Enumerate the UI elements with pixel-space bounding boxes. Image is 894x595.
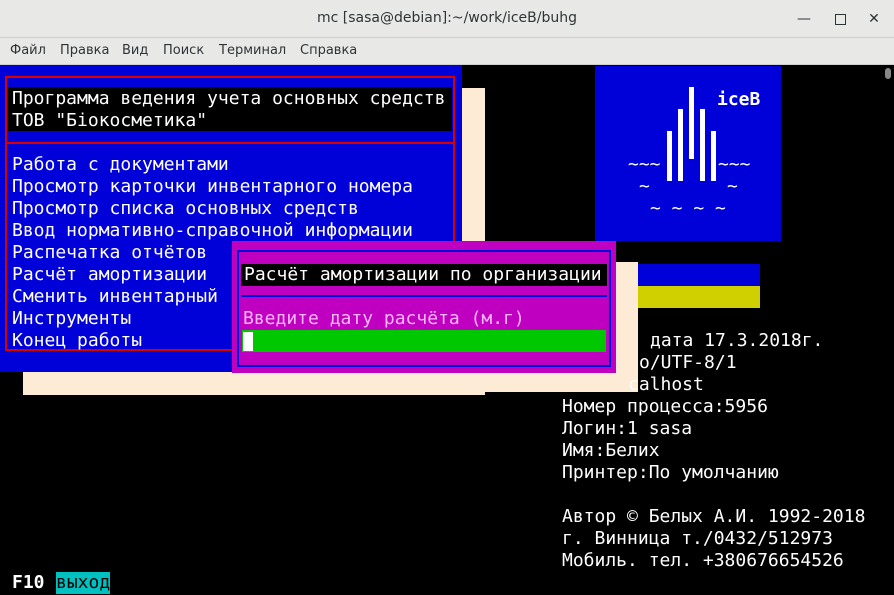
info-encoding: o/UTF-8/1 [639,352,737,373]
menu-bar: Файл Правка Вид Поиск Терминал Справка [0,38,894,65]
close-icon[interactable]: ✕ [863,8,885,30]
maximize-icon[interactable] [829,8,851,30]
dialog-divider [241,295,607,297]
logo-wave-left: ~~~ [628,154,661,175]
info-printer: Принтер:По умолчанию [562,462,779,483]
info-city-phone: г. Винница т./0432/512973 [562,528,833,549]
menu-item-tools[interactable]: Инструменты [12,308,131,330]
dialog-title: Расчёт амортизации по организации [244,264,602,285]
logo-wave-right: ~~~ [718,154,751,175]
scrollbar-thumb[interactable] [885,68,891,79]
f10-key[interactable]: F10 [12,572,45,594]
menu-item-assets-list[interactable]: Просмотр списка основных средств [12,198,359,220]
program-title: Программа ведения учета основных средств [12,88,446,109]
info-author: Автор © Белых А.И. 1992-2018 [562,506,866,527]
flag-blue [637,264,760,286]
scrollbar-track[interactable] [881,65,894,595]
logo-name: iceB [717,89,761,110]
logo-wave-left-2: ~ [639,176,650,197]
info-host: calhost [628,374,704,395]
logo-bar [700,109,705,181]
info-login: Логин:1 sasa [562,418,693,439]
date-prompt: Введите дату расчёта (м.г) [243,308,525,329]
title-bar: mc [sasa@debian]:~/work/iceB/buhg — ✕ [0,0,894,38]
logo-bar [711,131,716,181]
info-process: Номер процесса:5956 [562,396,768,417]
logo-wave-right-2: ~ [727,176,738,197]
menu-terminal[interactable]: Терминал [219,43,286,58]
menu-item-reference-input[interactable]: Ввод нормативно-справочной информации [12,220,413,242]
window-title: mc [sasa@debian]:~/work/iceB/buhg [317,10,577,26]
info-date: дата 17.3.2018г. [650,330,824,351]
info-name: Имя:Белих [562,440,660,461]
exit-hint[interactable]: выход [56,572,111,594]
menu-view[interactable]: Вид [122,43,148,58]
menu-item-documents[interactable]: Работа с документами [12,154,229,176]
menu-edit[interactable]: Правка [60,43,109,58]
menu-divider [7,142,453,144]
logo-wave-bottom: ~ ~ ~ ~ [650,198,726,219]
menu-file[interactable]: Файл [10,43,46,58]
logo-bar [678,109,683,181]
menu-help[interactable]: Справка [300,43,357,58]
menu-item-exit[interactable]: Конец работы [12,330,142,352]
date-input[interactable] [242,330,606,352]
flag-yellow [637,286,760,308]
menu-search[interactable]: Поиск [163,43,204,58]
text-cursor [243,332,253,351]
organization-name: ТОВ "Біокосметика" [12,110,208,131]
info-mobile: Мобиль. тел. +380676654526 [562,550,844,571]
menu-item-change-inventory[interactable]: Сменить инвентарный [12,286,218,308]
menu-item-depreciation[interactable]: Расчёт амортизации [12,264,207,286]
logo-bar [667,131,672,181]
terminal[interactable]: Программа ведения учета основных средств… [0,65,881,595]
menu-item-print-reports[interactable]: Распечатка отчётов [12,242,207,264]
minimize-icon[interactable]: — [793,8,815,30]
logo-bar [689,87,694,159]
menu-item-inventory-card[interactable]: Просмотр карточки инвентарного номера [12,176,413,198]
